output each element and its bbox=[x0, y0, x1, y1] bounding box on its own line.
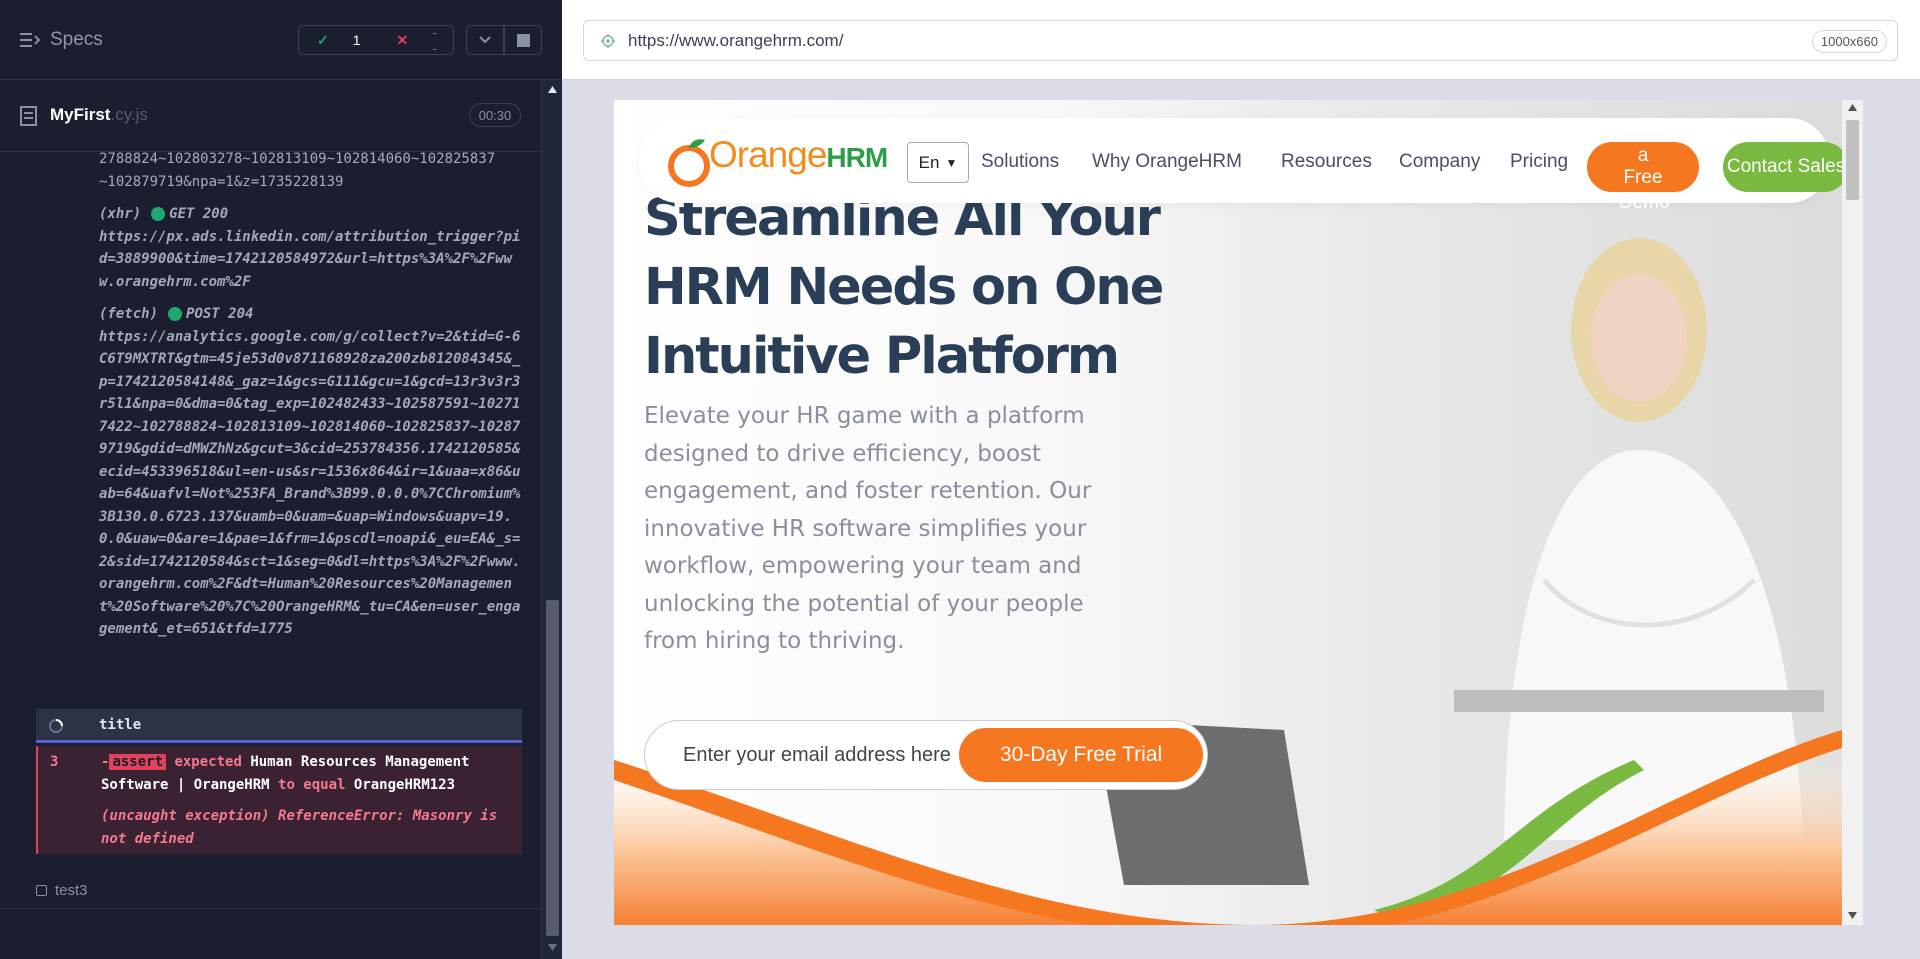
aut-iframe: Streamline All Your HRM Needs on One Int… bbox=[614, 100, 1863, 925]
scroll-up-arrow-icon bbox=[548, 86, 557, 93]
test-row-test3[interactable]: test3 bbox=[36, 882, 88, 899]
scroll-down-arrow-icon bbox=[1848, 912, 1857, 919]
hero-section: Streamline All Your HRM Needs on One Int… bbox=[614, 100, 1842, 925]
nav-resources[interactable]: Resources bbox=[1281, 151, 1372, 173]
command-name: title bbox=[99, 717, 142, 733]
nav-solutions[interactable]: Solutions bbox=[981, 151, 1059, 173]
specs-list-icon bbox=[20, 33, 40, 47]
log-partial-line-1: 2788824~102803278~102813109~102814060~10… bbox=[99, 152, 496, 167]
spec-file-ext: .cy.js bbox=[110, 105, 148, 124]
chevron-down-icon bbox=[479, 36, 491, 44]
log-entry-prev: 2788824~102803278~102813109~102814060~10… bbox=[36, 152, 522, 193]
scroll-up-arrow-icon bbox=[1848, 104, 1857, 111]
url-field[interactable]: https://www.orangehrm.com/ 1000x660 bbox=[583, 20, 1898, 61]
reporter-header: Specs ✓1 ✕-- ◌-- bbox=[0, 0, 562, 80]
aut-scrollbar[interactable] bbox=[1842, 100, 1863, 925]
assert-expected-word: expected bbox=[174, 754, 242, 770]
url-text: https://www.orangehrm.com/ bbox=[628, 30, 844, 50]
fetch-tag: (fetch) bbox=[99, 306, 159, 322]
scroll-down-arrow-icon bbox=[548, 944, 557, 951]
fetch-header: (fetch) POST 204 bbox=[99, 303, 522, 326]
status-dot-icon bbox=[151, 207, 166, 221]
command-title-row[interactable]: title bbox=[36, 709, 522, 743]
assert-expected-value: OrangeHRM123 bbox=[353, 776, 456, 793]
failed-count: -- bbox=[432, 24, 437, 56]
test-stats: ✓1 ✕-- ◌-- bbox=[298, 24, 510, 56]
book-demo-button[interactable]: a Free bbox=[1587, 142, 1699, 192]
aut-url-bar: https://www.orangehrm.com/ 1000x660 bbox=[562, 0, 1920, 80]
nav-pricing[interactable]: Pricing bbox=[1510, 151, 1568, 173]
logo-text: Orange bbox=[709, 134, 827, 175]
specs-label: Specs bbox=[50, 29, 103, 50]
nav-why-orangehrm[interactable]: Why OrangeHRM bbox=[1092, 151, 1242, 173]
error-entry[interactable]: 3 - assert expected Human Resources Manag… bbox=[36, 746, 522, 854]
selector-playground-icon[interactable] bbox=[600, 33, 616, 49]
reporter-panel: Specs ✓1 ✕-- ◌-- MyFirst.cy.js 00:30 278… bbox=[0, 0, 562, 959]
fetch-url: https://analytics.google.com/g/collect?v… bbox=[99, 328, 521, 638]
language-value: En bbox=[918, 152, 940, 172]
checkbox-icon bbox=[36, 885, 47, 896]
stop-icon bbox=[516, 33, 530, 47]
orange-fruit-icon bbox=[668, 139, 710, 187]
divider bbox=[0, 908, 540, 909]
free-trial-button[interactable]: 30-Day Free Trial bbox=[959, 728, 1203, 782]
test-title: test3 bbox=[55, 882, 88, 899]
email-signup-form: Enter your email address here 30-Day Fre… bbox=[644, 720, 1208, 790]
passed-count: 1 bbox=[352, 32, 361, 48]
orangehrm-logo[interactable]: OrangeHRM bbox=[668, 134, 888, 187]
site-nav: OrangeHRM En ▼ Solutions Why OrangeHRM Re… bbox=[639, 118, 1842, 213]
log-partial-line-2: ~102879719&npa=1&z=1735228139 bbox=[99, 173, 344, 190]
cypress-app: Specs ✓1 ✕-- ◌-- MyFirst.cy.js 00:30 278… bbox=[0, 0, 1920, 959]
logo-hrm-text: HRM bbox=[826, 142, 888, 173]
scrollbar-thumb[interactable] bbox=[546, 600, 559, 936]
expand-collapse-button[interactable] bbox=[466, 25, 504, 55]
hero-headline: Streamline All Your HRM Needs on One Int… bbox=[644, 189, 1164, 386]
error-line-number: 3 bbox=[50, 754, 59, 770]
xhr-tag: (xhr) bbox=[99, 206, 142, 222]
hero-subtext: Elevate your HR game with a platform des… bbox=[644, 403, 1092, 654]
failed-stat: ✕ -- bbox=[379, 24, 455, 56]
spec-file-basename: MyFirst bbox=[50, 105, 111, 124]
command-log: 2788824~102803278~102813109~102814060~10… bbox=[36, 152, 522, 858]
xhr-header: (xhr) GET 200 bbox=[99, 203, 522, 226]
uncaught-tag: (uncaught exception) bbox=[101, 808, 270, 824]
reporter-scrollbar[interactable] bbox=[541, 80, 562, 959]
log-entry-xhr[interactable]: (xhr) GET 200 https://px.ads.linkedin.com… bbox=[36, 203, 522, 293]
aut-scrollbar-thumb[interactable] bbox=[1846, 120, 1859, 200]
nav-company[interactable]: Company bbox=[1399, 151, 1480, 173]
status-dot-icon bbox=[168, 307, 183, 321]
aut-panel: https://www.orangehrm.com/ 1000x660 Stre… bbox=[562, 0, 1920, 959]
spec-file-row[interactable]: MyFirst.cy.js 00:30 bbox=[0, 80, 562, 152]
document-icon bbox=[20, 106, 37, 126]
x-icon: ✕ bbox=[396, 31, 409, 48]
chevron-down-icon: ▼ bbox=[945, 155, 958, 170]
email-input[interactable]: Enter your email address here bbox=[683, 744, 951, 767]
spec-duration: 00:30 bbox=[469, 103, 521, 127]
assert-badge: assert bbox=[109, 754, 167, 770]
stop-button[interactable] bbox=[504, 25, 542, 55]
assert-to-equal: to equal bbox=[278, 776, 346, 793]
viewport-size-badge[interactable]: 1000x660 bbox=[1811, 30, 1887, 53]
spinner-icon bbox=[49, 719, 63, 733]
fetch-method: POST 204 bbox=[186, 306, 254, 322]
check-icon: ✓ bbox=[317, 31, 329, 48]
log-entry-fetch[interactable]: (fetch) POST 204 https://analytics.google… bbox=[36, 303, 522, 641]
passed-stat: ✓ 1 bbox=[299, 32, 379, 49]
book-demo-overflow-text: Demo bbox=[1619, 192, 1670, 213]
specs-toggle[interactable]: Specs bbox=[20, 29, 103, 51]
uncaught-exception: (uncaught exception) ReferenceError: Mas… bbox=[101, 805, 521, 850]
assert-message: - assert expected Human Resources Managem… bbox=[101, 751, 521, 796]
language-select[interactable]: En ▼ bbox=[907, 142, 969, 183]
spec-file-name: MyFirst.cy.js bbox=[50, 105, 148, 125]
xhr-url: https://px.ads.linkedin.com/attribution_… bbox=[99, 228, 521, 290]
contact-sales-button[interactable]: Contact Sales bbox=[1723, 142, 1842, 192]
xhr-method: GET 200 bbox=[169, 206, 229, 222]
